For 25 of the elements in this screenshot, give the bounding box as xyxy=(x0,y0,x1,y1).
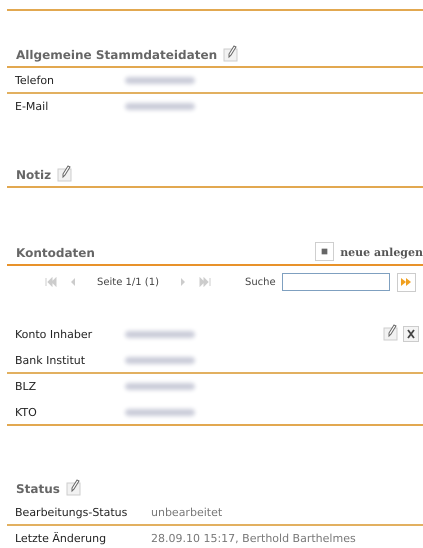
fast-forward-icon xyxy=(400,277,412,287)
page-indicator: Seite 1/1 (1) xyxy=(97,276,159,288)
square-icon[interactable] xyxy=(315,242,334,261)
pencil-icon[interactable] xyxy=(66,478,82,496)
field-value: unbearbeitet xyxy=(151,506,222,518)
field-label: Bearbeitungs-Status xyxy=(15,506,128,518)
field-value: 28.09.10 15:17, Berthold Barthelmes xyxy=(151,532,356,544)
section-title: Status xyxy=(16,481,60,497)
new-entry-link[interactable]: neue anlegen xyxy=(340,245,423,261)
pencil-icon[interactable] xyxy=(383,323,399,341)
section-title: Allgemeine Stammdateidaten xyxy=(16,47,218,63)
field-label: BLZ xyxy=(15,380,38,392)
field-label: KTO xyxy=(15,406,38,418)
field-label: Telefon xyxy=(15,74,56,86)
close-icon[interactable] xyxy=(403,326,419,342)
field-label: E-Mail xyxy=(15,100,50,112)
pencil-icon[interactable] xyxy=(57,164,74,182)
pencil-icon[interactable] xyxy=(223,44,240,62)
field-label: Konto Inhaber xyxy=(15,328,94,340)
search-label: Suche xyxy=(244,276,276,288)
search-field[interactable] xyxy=(282,273,390,291)
field-label: Bank Institut xyxy=(15,354,86,366)
section-title: Kontodaten xyxy=(16,245,95,261)
section-title: Notiz xyxy=(16,167,52,183)
field-label: Letzte Änderung xyxy=(15,532,108,544)
